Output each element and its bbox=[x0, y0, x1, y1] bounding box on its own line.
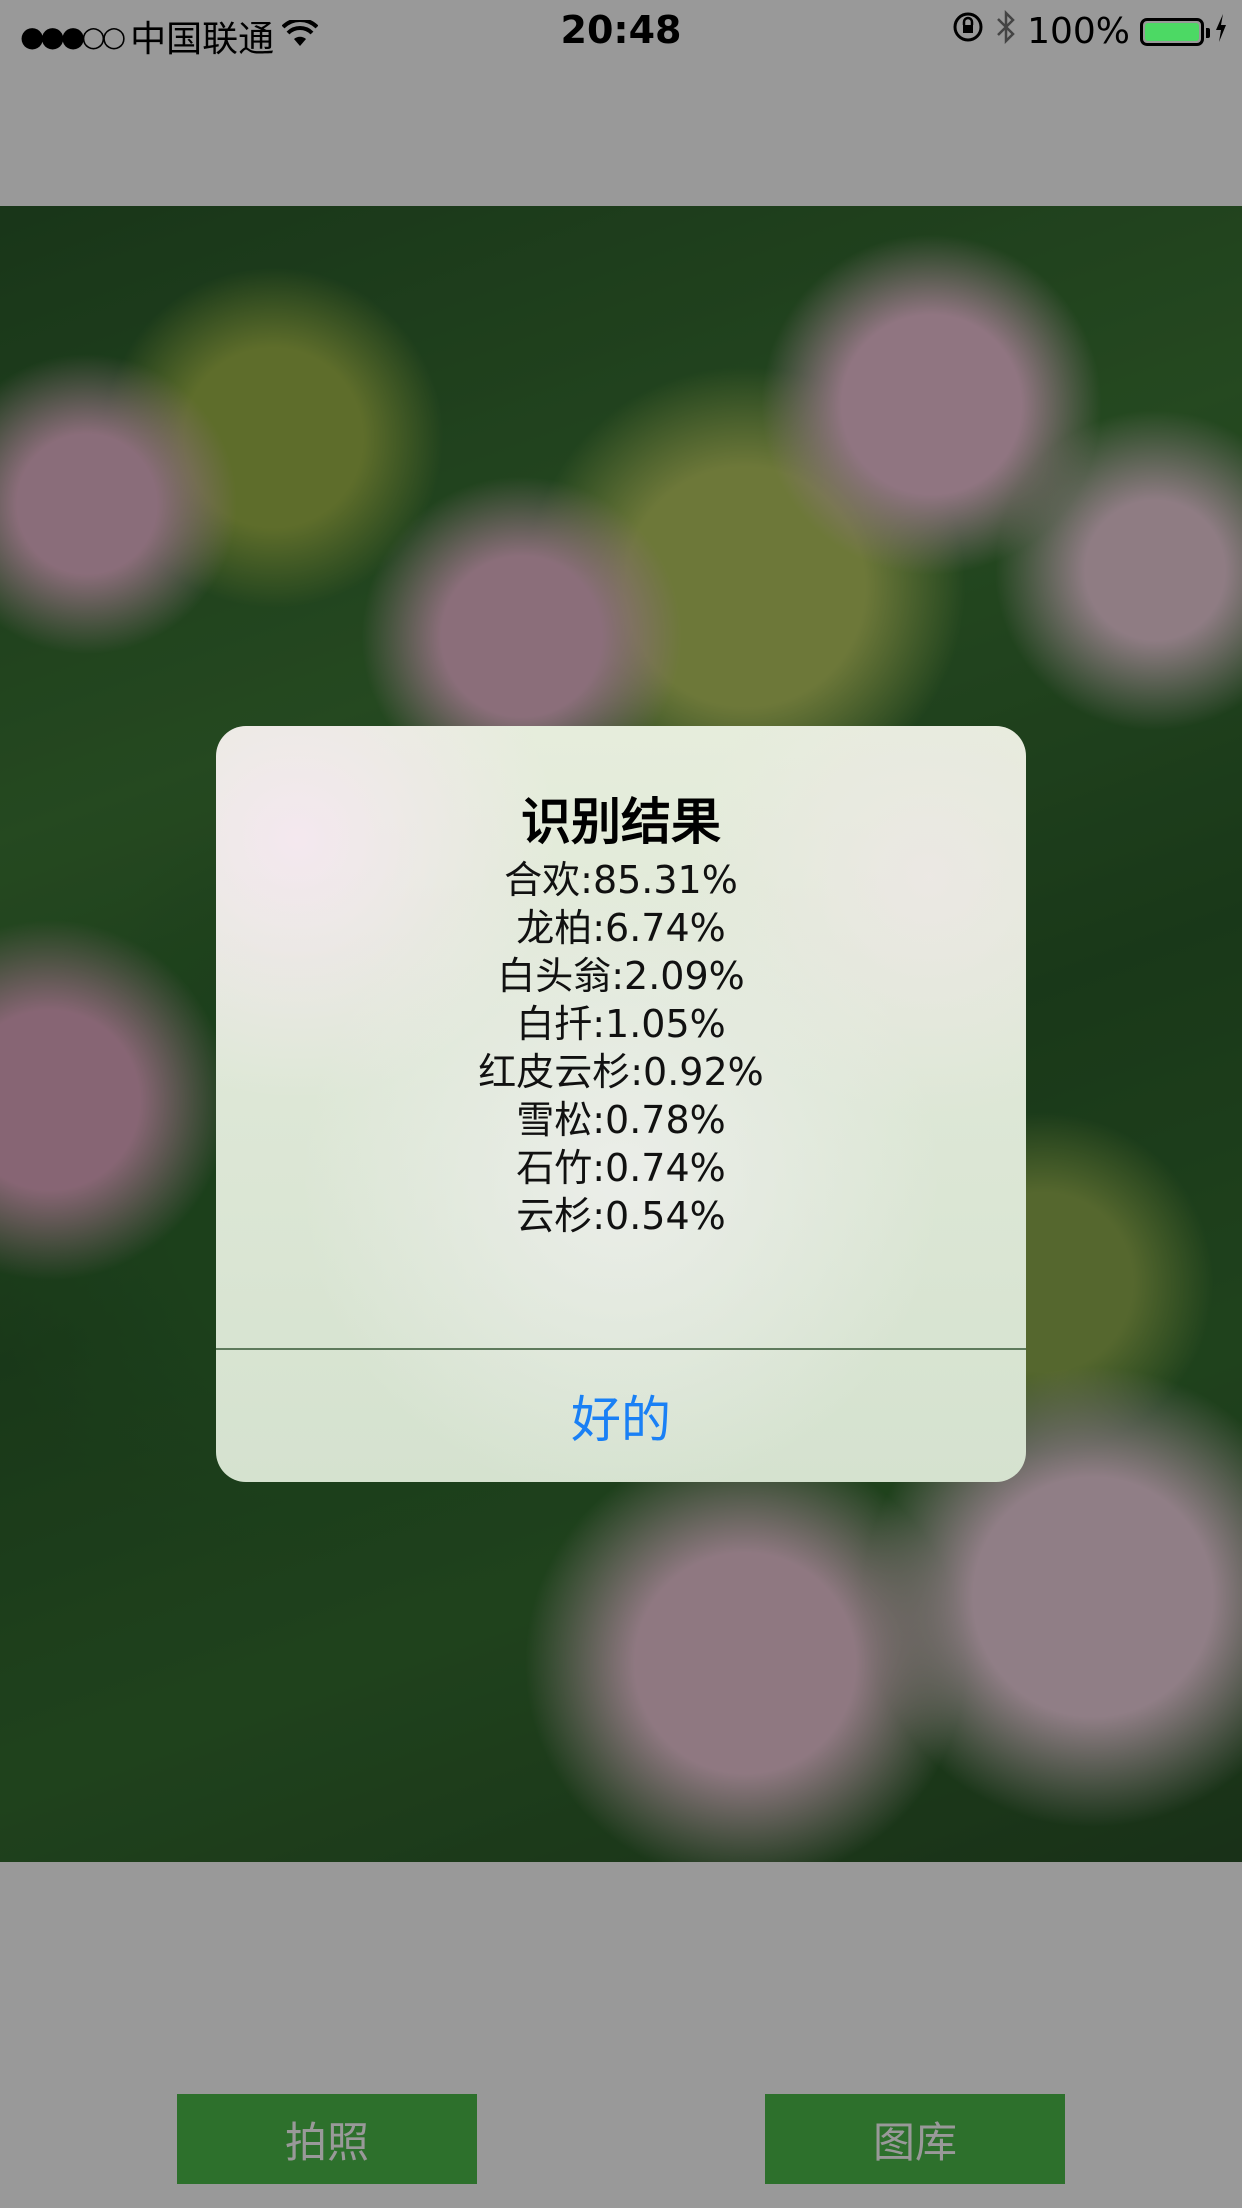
album-button[interactable]: 图库 bbox=[765, 2094, 1065, 2184]
result-item: 红皮云杉:0.92% bbox=[478, 1050, 764, 1094]
alert-title: 识别结果 bbox=[521, 793, 721, 851]
battery-percent: 100% bbox=[1027, 11, 1130, 52]
camera-button[interactable]: 拍照 bbox=[177, 2094, 477, 2184]
screen: ●●●○○ 中国联通 20:48 100% 拍照 图库 识别结果 合欢:85.3… bbox=[0, 0, 1242, 2208]
result-alert: 识别结果 合欢:85.31% 龙柏:6.74% 白头翁:2.09% 白扦:1.0… bbox=[216, 726, 1026, 1482]
battery-cap bbox=[1206, 27, 1210, 38]
battery-icon bbox=[1140, 17, 1210, 46]
result-item: 雪松:0.78% bbox=[516, 1098, 726, 1142]
orientation-lock-icon bbox=[951, 10, 985, 53]
bluetooth-icon bbox=[995, 9, 1017, 53]
status-bar: ●●●○○ 中国联通 20:48 100% bbox=[0, 0, 1242, 62]
result-item: 白头翁:2.09% bbox=[497, 954, 745, 998]
bottom-toolbar: 拍照 图库 bbox=[0, 2070, 1242, 2208]
result-list: 合欢:85.31% 龙柏:6.74% 白头翁:2.09% 白扦:1.05% 红皮… bbox=[216, 856, 1026, 1240]
charging-icon bbox=[1214, 11, 1228, 52]
battery-level bbox=[1145, 22, 1199, 41]
status-right: 100% bbox=[951, 9, 1228, 53]
result-item: 合欢:85.31% bbox=[504, 858, 738, 902]
result-item: 白扦:1.05% bbox=[516, 1002, 726, 1046]
result-item: 龙柏:6.74% bbox=[516, 906, 726, 950]
result-item: 石竹:0.74% bbox=[516, 1146, 726, 1190]
result-item: 云杉:0.54% bbox=[516, 1194, 726, 1238]
ok-button[interactable]: 好的 bbox=[216, 1350, 1026, 1482]
